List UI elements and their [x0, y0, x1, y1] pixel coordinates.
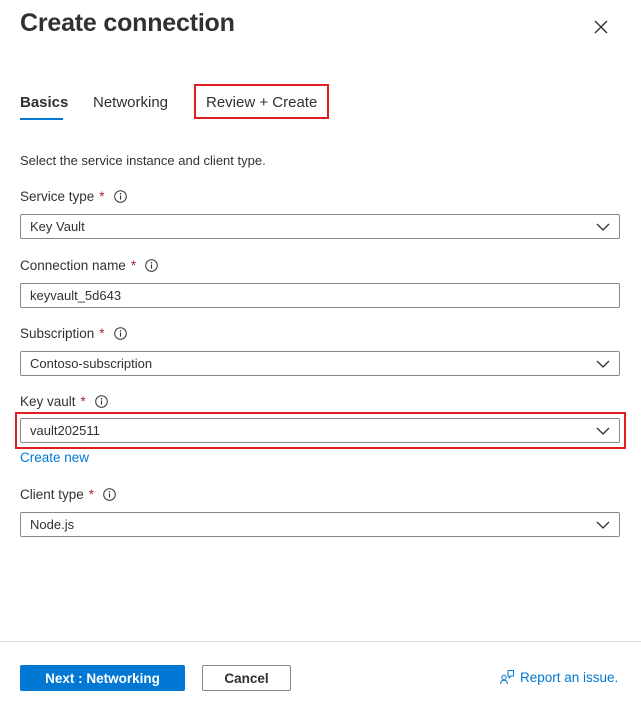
highlight-box-key-vault: [15, 412, 626, 449]
connection-name-label: Connection name *: [20, 258, 158, 273]
connection-name-label-text: Connection name: [20, 258, 126, 273]
footer-divider: [0, 641, 641, 642]
tab-bar: Basics Networking Review + Create: [20, 88, 640, 124]
connection-name-input[interactable]: keyvault_5d643: [20, 283, 620, 308]
client-type-label-text: Client type: [20, 487, 84, 502]
create-new-link[interactable]: Create new: [20, 450, 89, 465]
tab-basics[interactable]: Basics: [20, 94, 68, 111]
client-type-dropdown[interactable]: Node.js: [20, 512, 620, 537]
info-icon[interactable]: [145, 259, 158, 272]
highlight-box-review-tab: [194, 84, 329, 119]
page-title: Create connection: [20, 9, 235, 37]
service-type-label: Service type *: [20, 189, 127, 204]
info-icon[interactable]: [103, 488, 116, 501]
required-marker: *: [99, 326, 105, 341]
required-marker: *: [130, 258, 137, 273]
chevron-down-icon: [596, 222, 610, 232]
service-type-dropdown[interactable]: Key Vault: [20, 214, 620, 239]
info-icon[interactable]: [94, 395, 108, 408]
key-vault-label-text: Key vault: [20, 394, 76, 409]
required-marker: *: [88, 487, 95, 502]
service-type-value: Key Vault: [30, 219, 85, 234]
client-type-value: Node.js: [30, 517, 75, 532]
report-issue-label: Report an issue.: [520, 669, 619, 685]
chevron-down-icon: [596, 520, 610, 530]
report-issue-link[interactable]: Report an issue.: [499, 669, 618, 685]
connection-name-value: keyvault_5d643: [30, 288, 122, 303]
cancel-button[interactable]: Cancel: [202, 665, 291, 691]
required-marker: *: [80, 394, 86, 409]
info-icon[interactable]: [113, 327, 127, 340]
subscription-value: Contoso-subscription: [30, 356, 153, 371]
info-icon[interactable]: [113, 190, 127, 203]
service-type-label-text: Service type: [20, 189, 95, 204]
chevron-down-icon: [596, 359, 610, 369]
subscription-dropdown[interactable]: Contoso-subscription: [20, 351, 620, 376]
feedback-icon: [499, 669, 515, 685]
subscription-label: Subscription *: [20, 326, 127, 341]
next-networking-button[interactable]: Next : Networking: [20, 665, 185, 691]
client-type-label: Client type *: [20, 487, 116, 502]
subscription-label-text: Subscription: [20, 326, 95, 341]
close-icon: [590, 16, 612, 38]
required-marker: *: [99, 189, 105, 204]
tab-networking[interactable]: Networking: [93, 94, 168, 111]
key-vault-label: Key vault *: [20, 394, 108, 409]
close-button[interactable]: [590, 16, 612, 38]
tab-basics-underline: [20, 118, 63, 120]
intro-text: Select the service instance and client t…: [20, 153, 266, 168]
